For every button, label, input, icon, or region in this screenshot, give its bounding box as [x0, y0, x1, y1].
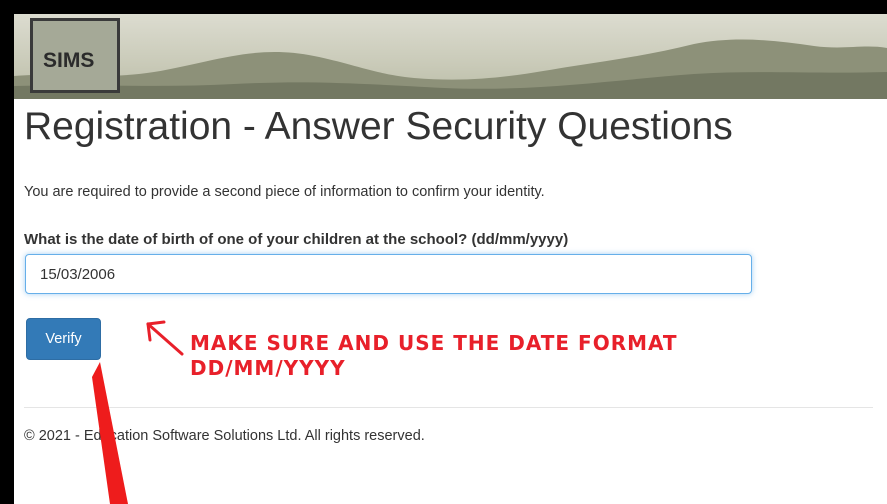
mountains-graphic: [14, 39, 887, 99]
sims-logo[interactable]: SIMS: [30, 18, 120, 93]
annotation-line-2: DD/MM/YYYY: [190, 356, 346, 380]
security-question-label: What is the date of birth of one of your…: [24, 231, 569, 248]
page-title: Registration - Answer Security Questions: [24, 105, 733, 148]
answer-input[interactable]: [25, 254, 752, 294]
verify-button[interactable]: Verify: [26, 318, 101, 360]
handwritten-annotation: MAKE SURE AND USE THE DATE FORMAT DD/MM/…: [190, 331, 678, 381]
annotation-line-1: MAKE SURE AND USE THE DATE FORMAT: [190, 331, 678, 355]
logo-text: SIMS: [43, 49, 95, 72]
copyright-text: © 2021 - Education Software Solutions Lt…: [24, 428, 425, 444]
footer-divider: [24, 407, 873, 408]
intro-text: You are required to provide a second pie…: [24, 184, 545, 200]
header-banner: SIMS: [14, 14, 887, 99]
